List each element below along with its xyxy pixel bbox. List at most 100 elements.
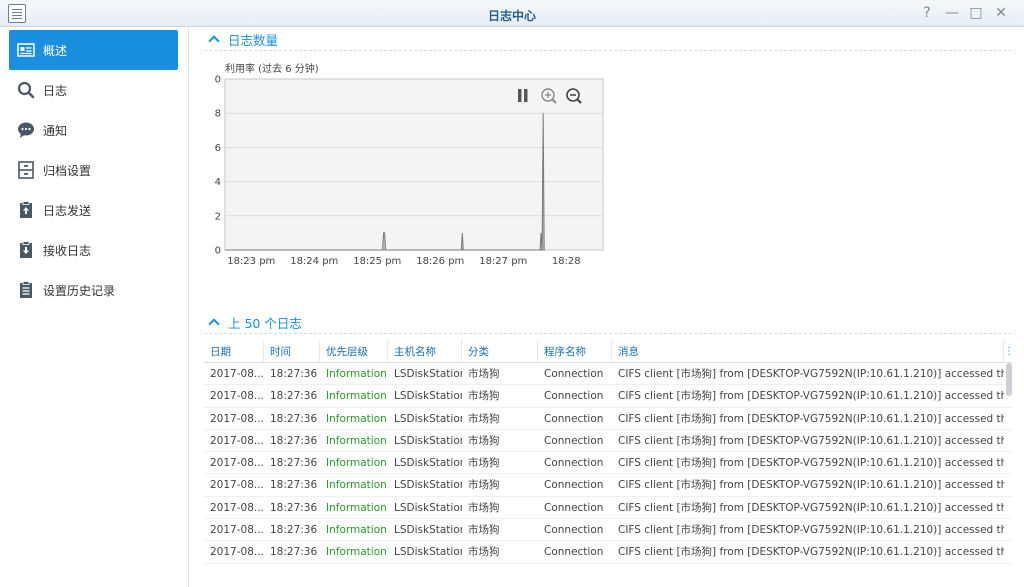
cell-priority-level: Information (326, 412, 387, 425)
search-icon (16, 80, 36, 100)
table-row[interactable]: 2017-08... 18:27:36 Information LSDiskStati… (204, 541, 1012, 564)
clipboard-receive-icon (16, 240, 36, 260)
column-menu-button[interactable]: ⋮ (1004, 346, 1014, 357)
cell-category: 市场狗 (468, 434, 500, 447)
minimize-button[interactable]: — (943, 3, 961, 23)
y-tick-label: 6 (215, 143, 221, 154)
cell-program-name: Connection (544, 368, 604, 380)
table-header: 日期 时间 优先层级 主机名称 分类 程序名称 消息 (204, 341, 1012, 363)
cell-date: 2017-08... (210, 524, 264, 537)
cell-time: 18:27:36 (270, 524, 318, 537)
sidebar-item-label: 日志发送 (43, 203, 92, 218)
cell-date: 2017-08... (210, 390, 264, 403)
table-row[interactable]: 2017-08... 18:27:36 Information LSDiskStati… (204, 519, 1012, 542)
cell-date: 2017-08... (210, 412, 264, 425)
cell-time: 18:27:36 (270, 501, 318, 514)
clipboard-list-icon (16, 280, 36, 300)
cell-priority-level: Information (326, 501, 387, 514)
table-row[interactable]: 2017-08... 18:27:36 Information LSDiskStati… (204, 385, 1012, 408)
x-tick-label: 18:25 pm (353, 256, 401, 267)
chat-bubble-icon (16, 120, 36, 140)
cell-message: CIFS client [市场狗] from [DESKTOP-VG7592N(… (618, 524, 1004, 537)
cell-time: 18:27:36 (270, 412, 318, 425)
column-header-program-name[interactable]: 程序名称 (538, 341, 612, 363)
cell-category: 市场狗 (468, 390, 500, 403)
column-header-message[interactable]: 消息 (612, 341, 1004, 363)
close-button[interactable]: ✕ (992, 3, 1010, 23)
sidebar-item-label: 接收日志 (43, 243, 92, 258)
cell-priority-level: Information (326, 457, 387, 470)
x-tick-label: 18:27 pm (479, 256, 527, 267)
cell-program-name: Connection (544, 479, 604, 492)
cell-host-name: LSDiskStation (394, 434, 462, 447)
help-button[interactable]: ? (918, 3, 936, 23)
section-divider (204, 50, 1012, 51)
table-row[interactable]: 2017-08... 18:27:36 Information LSDiskStati… (204, 474, 1012, 497)
chevron-up-icon (208, 35, 220, 47)
cell-category: 市场狗 (468, 412, 500, 425)
cell-host-name: LSDiskStation (394, 368, 462, 380)
table-body: 2017-08... 18:27:36 Information LSDiskStati… (204, 363, 1012, 564)
x-tick-label: 18:23 pm (227, 256, 275, 267)
x-tick-label: 18:26 pm (416, 256, 464, 267)
cell-message: CIFS client [市场狗] from [DESKTOP-VG7592N(… (618, 479, 1004, 492)
table-row[interactable]: 2017-08... 18:27:36 Information LSDiskStati… (204, 430, 1012, 453)
log-count-chart: 0 2 4 6 8 10 18:23 pm 18:24 pm 18:25 pm 18:26 pm… (215, 75, 604, 267)
cell-message: CIFS client [市场狗] from [DESKTOP-VG7592N(… (618, 457, 1004, 470)
sidebar-item-archive-settings[interactable]: 归档设置 (9, 150, 178, 190)
y-tick-label: 10 (215, 75, 221, 86)
table-row[interactable]: 2017-08... 18:27:36 Information LSDiskStati… (204, 408, 1012, 430)
cell-priority-level: Information (326, 479, 387, 492)
section-divider (204, 333, 1012, 334)
window-title: 日志中心 (487, 9, 536, 23)
cell-category: 市场狗 (468, 524, 500, 537)
cell-category: 市场狗 (468, 501, 500, 514)
sidebar-item-logs[interactable]: 日志 (9, 70, 178, 110)
cell-category: 市场狗 (468, 368, 500, 380)
cell-host-name: LSDiskStation (394, 390, 462, 403)
sidebar-item-notifications[interactable]: 通知 (9, 110, 178, 150)
log-count-section-toggle[interactable]: 日志数量 (206, 28, 278, 50)
cell-date: 2017-08... (210, 434, 264, 447)
log-table: 日期 时间 优先层级 主机名称 分类 程序名称 消息 2017-08... 18:27:36 I… (204, 341, 1012, 564)
section-title: 上 50 个日志 (228, 315, 302, 331)
column-header-time[interactable]: 时间 (264, 341, 320, 363)
cell-program-name: Connection (544, 546, 604, 559)
cell-priority-level: Information (326, 390, 387, 403)
cell-date: 2017-08... (210, 457, 264, 470)
archive-cabinet-icon (16, 160, 36, 180)
sidebar-item-overview[interactable]: 概述 (9, 30, 178, 70)
cell-host-name: LSDiskStation (394, 546, 462, 559)
column-header-date[interactable]: 日期 (204, 341, 264, 363)
table-row[interactable]: 2017-08... 18:27:36 Information LSDiskStati… (204, 497, 1012, 520)
plot-area (224, 78, 604, 251)
cell-category: 市场狗 (468, 546, 500, 559)
table-scrollbar[interactable] (1006, 363, 1012, 396)
cell-message: CIFS client [市场狗] from [DESKTOP-VG7592N(… (618, 390, 1004, 403)
cell-priority-level: Information (326, 524, 387, 537)
chevron-up-icon (208, 318, 220, 330)
cell-time: 18:27:36 (270, 546, 318, 559)
column-header-category[interactable]: 分类 (462, 341, 538, 363)
column-header-host-name[interactable]: 主机名称 (388, 341, 462, 363)
cell-date: 2017-08... (210, 479, 264, 492)
cell-message: CIFS client [市场狗] from [DESKTOP-VG7592N(… (618, 412, 1004, 425)
sidebar-item-log-receiving[interactable]: 接收日志 (9, 230, 178, 270)
table-row[interactable]: 2017-08... 18:27:36 Information LSDiskStati… (204, 363, 1012, 386)
y-tick-label: 0 (215, 246, 221, 257)
maximize-button[interactable]: □ (967, 3, 985, 23)
cell-message: CIFS client [市场狗] from [DESKTOP-VG7592N(… (618, 546, 1004, 559)
recent-logs-section-toggle[interactable]: 上 50 个日志 (206, 311, 302, 333)
sidebar-item-settings-history[interactable]: 设置历史记录 (9, 270, 178, 310)
sidebar-item-label: 通知 (43, 123, 68, 138)
section-title: 日志数量 (228, 32, 279, 48)
cell-priority-level: Information (326, 434, 387, 447)
column-header-priority-level[interactable]: 优先层级 (320, 341, 388, 363)
cell-program-name: Connection (544, 524, 604, 537)
sidebar-item-log-sending[interactable]: 日志发送 (9, 190, 178, 230)
table-row[interactable]: 2017-08... 18:27:36 Information LSDiskStati… (204, 452, 1012, 475)
cell-time: 18:27:36 (270, 368, 318, 380)
y-tick-label: 4 (215, 177, 221, 188)
pause-icon (518, 89, 522, 102)
main-panel: 日志数量 利用率 (过去 6 分钟) 0246810 18:23 pm18:24… (190, 27, 1024, 587)
